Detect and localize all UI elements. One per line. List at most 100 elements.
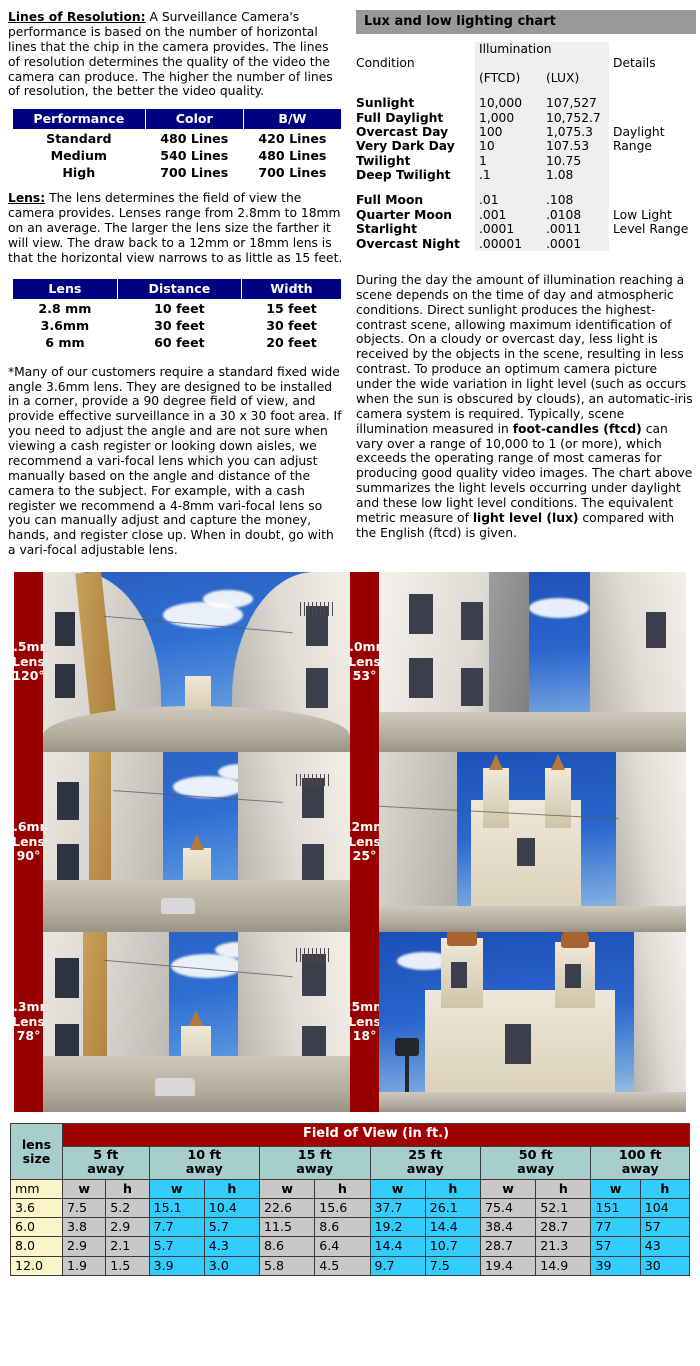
parked-car — [161, 898, 195, 914]
left-column: Lines of Resolution: A Surveillance Came… — [0, 0, 352, 564]
lux-condition: Deep Twilight — [356, 168, 451, 182]
distance-line1: 5 ft — [93, 1147, 119, 1163]
fov-value: 14.9 — [535, 1255, 592, 1276]
lux-lux-value: 1.08 — [546, 168, 574, 182]
cloud — [203, 590, 253, 608]
fov-value: 75.4 — [479, 1198, 537, 1219]
lux-condition: Full Daylight — [356, 110, 444, 125]
table-row: 6.0 3.8 2.9 7.7 5.7 11.5 8.6 19.2 14.4 3… — [10, 1217, 691, 1238]
church-portal — [505, 1024, 531, 1064]
church-tower-left — [483, 768, 509, 828]
lux-condition: Twilight — [356, 153, 411, 168]
window — [55, 664, 75, 698]
lens-cell: 15 feet — [266, 300, 317, 316]
lux-header-blank-4 — [609, 71, 696, 85]
distance-header-100ft: 100 ft away — [590, 1145, 690, 1181]
fov-value: 11.5 — [259, 1217, 316, 1238]
distance-header-10ft: 10 ft away — [148, 1145, 261, 1181]
table-row: Full Daylight 1,000 10,752.7 — [356, 111, 696, 125]
lux-details — [609, 154, 696, 168]
lens-cell: 6 mm — [45, 334, 85, 350]
illumination-text-part1: During the day the amount of illuminatio… — [356, 272, 693, 436]
wh-header-h: h — [105, 1179, 150, 1200]
illumination-explanation-paragraph: During the day the amount of illuminatio… — [356, 273, 694, 541]
lux-chart: Illumination Condition Details (FTCD) (L… — [356, 42, 696, 251]
lines-of-resolution-heading: Lines of Resolution: — [8, 10, 146, 24]
fov-value: 37.7 — [369, 1198, 426, 1219]
lux-header-row-condition: Condition Details — [356, 56, 696, 70]
photo-3.6mm — [43, 752, 350, 932]
tower-dome-right — [561, 932, 589, 948]
lens-label-word: Lens — [348, 653, 381, 669]
lux-ftcd-value: 1,000 — [479, 110, 515, 125]
lens-heading: Lens: — [8, 191, 46, 206]
lux-details — [609, 237, 696, 251]
lux-condition: Sunlight — [356, 96, 415, 111]
lightlevel-bold: light level (lux) — [472, 510, 579, 525]
lens-cell: 30 feet — [154, 317, 205, 333]
lux-lux-value: .0011 — [546, 222, 582, 237]
distance-line1: 25 ft — [408, 1147, 443, 1163]
lens-header-distance: Distance — [116, 277, 243, 300]
fov-lens-size: 6.0 — [10, 1217, 63, 1238]
gallery-row: 3.6mm Lens 90° 12mm Lens 25° — [4, 752, 686, 932]
balcony-railing — [300, 602, 334, 616]
lux-header-spacer-2 — [609, 42, 696, 56]
lux-details: Level Range — [613, 222, 689, 237]
lux-condition: Quarter Moon — [356, 207, 453, 222]
lux-lux-value: 10.75 — [546, 153, 582, 168]
fov-value: 151 — [590, 1198, 641, 1219]
lux-ftcd-value: 10,000 — [479, 96, 523, 111]
fov-value: 2.9 — [105, 1217, 150, 1238]
table-row: 8.0 2.9 2.1 5.7 4.3 8.6 6.4 14.4 10.7 28… — [10, 1236, 691, 1257]
table-row: 2.8 mm 10 feet 15 feet — [13, 299, 342, 317]
gallery-cell-12mm: 12mm Lens 25° — [343, 752, 686, 932]
fov-value: 7.5 — [61, 1198, 107, 1219]
belfry-window — [451, 962, 467, 988]
window — [55, 958, 79, 998]
table-row: Full Moon .01 .108 — [356, 193, 696, 207]
lens-text: The lens determines the field of view th… — [8, 191, 343, 265]
fov-value: 5.7 — [148, 1236, 205, 1257]
lux-lux-value: .0108 — [546, 207, 582, 222]
fov-lens-size: 8.0 — [10, 1236, 63, 1257]
distance-line2: away — [406, 1161, 444, 1177]
building-left — [379, 752, 457, 932]
fov-value: 4.5 — [314, 1255, 371, 1276]
fov-value: 57 — [590, 1236, 641, 1257]
lens-label-angle: 90° — [16, 848, 41, 864]
fov-value: 5.8 — [259, 1255, 316, 1276]
cloud — [529, 598, 589, 618]
lens-label-6.0mm: 6.0mm Lens 53° — [340, 572, 389, 752]
resolution-cell: 420 Lines — [258, 131, 327, 147]
lens-label-word: Lens — [12, 653, 45, 669]
window — [57, 844, 79, 882]
tower-dome-left — [447, 932, 477, 946]
lens-label-angle: 120° — [12, 668, 45, 684]
street-surface — [379, 712, 686, 752]
lux-lux-value: 1,075.3 — [546, 124, 593, 139]
table-row: Overcast Night .00001 .0001 — [356, 237, 696, 251]
table-row: 3.6mm 30 feet 30 feet — [13, 317, 342, 334]
distance-header-50ft: 50 ft away — [479, 1145, 592, 1181]
lux-header-details: Details — [613, 56, 656, 71]
resolution-cell: High — [62, 165, 96, 181]
table-row: Sunlight 10,000 107,527 — [356, 96, 696, 110]
resolution-cell: 480 Lines — [160, 131, 229, 147]
fov-value: 3.9 — [148, 1255, 205, 1276]
lens-cell: 60 feet — [154, 334, 205, 350]
street-surface — [379, 906, 686, 932]
distance-line1: 50 ft — [518, 1147, 553, 1163]
fov-value: 19.4 — [479, 1255, 537, 1276]
lens-cell: 10 feet — [154, 300, 205, 316]
table-row: 3.6 7.5 5.2 15.1 10.4 22.6 15.6 37.7 26.… — [10, 1198, 691, 1219]
lens-size-corner-cell: lens size — [10, 1122, 63, 1181]
lens-label-angle: 25° — [352, 848, 377, 864]
resolution-cell: 700 Lines — [160, 165, 229, 181]
illumination-text-part2: can vary over a range of 10,000 to 1 (or… — [356, 421, 693, 525]
field-of-view-table: lens size Field of View (in ft.) 5 ft aw… — [10, 1122, 691, 1276]
table-row: Deep Twilight .1 1.08 — [356, 168, 696, 182]
lens-size-line2: size — [22, 1150, 51, 1166]
fov-value: 5.7 — [203, 1217, 261, 1238]
fov-lens-size: 12.0 — [10, 1255, 63, 1276]
